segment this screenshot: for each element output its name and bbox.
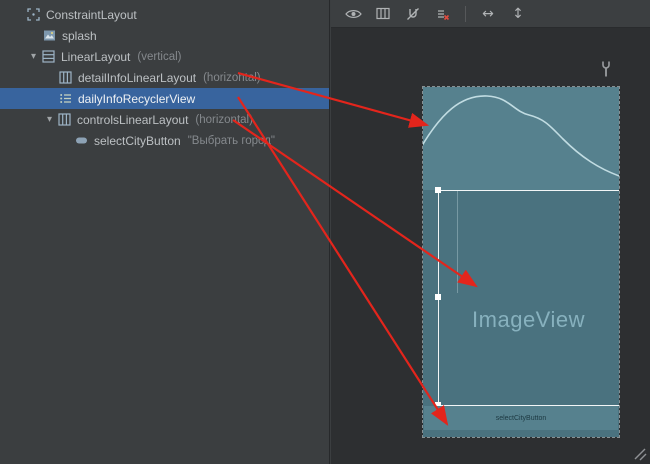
tree-item-label: detailInfoLinearLayout (78, 71, 196, 85)
resize-grip[interactable] (633, 447, 647, 461)
selection-handle[interactable] (435, 294, 441, 300)
selection-handle[interactable] (435, 187, 441, 193)
button-icon (75, 134, 88, 147)
tree-item-linearlayout[interactable]: ▾ LinearLayout (vertical) (0, 46, 329, 67)
chevron-down-icon[interactable]: ▾ (27, 52, 40, 62)
chevron-down-icon[interactable]: ▾ (43, 115, 56, 125)
linearlayout-horizontal-icon (59, 71, 72, 84)
tree-item-label: ConstraintLayout (46, 8, 137, 22)
tree-item-label: controlsLinearLayout (77, 113, 188, 127)
tree-item-annotation: (horizontal) (195, 114, 253, 126)
design-pane: ↔ ↕ ImageView (331, 0, 650, 464)
recyclerview-list-icon (59, 92, 72, 105)
tree-item-detailinfolinearlayout[interactable]: detailInfoLinearLayout (horizontal) (0, 67, 329, 88)
guide-line (457, 191, 458, 293)
tree-item-controlslinearlayout[interactable]: ▾ controlsLinearLayout (horizontal) (0, 109, 329, 130)
weather-curve (423, 87, 619, 190)
wrench-icon[interactable] (599, 60, 613, 81)
layout-editor-window: ConstraintLayout splash ▾ LinearLayout (… (0, 0, 650, 464)
tree-item-annotation: (horizontal) (203, 72, 261, 84)
device-screen[interactable]: ImageView selectCityButton (423, 87, 619, 437)
pan-vertical-icon[interactable]: ↕ (508, 4, 528, 24)
blueprint-mode-icon[interactable] (373, 4, 393, 24)
tree-item-annotation: (vertical) (137, 51, 181, 63)
tree-item-label: dailyInfoRecyclerView (78, 92, 195, 106)
tree-item-splash[interactable]: splash (0, 25, 329, 46)
tree-item-selectcitybutton[interactable]: selectCityButton "Выбрать город" (0, 130, 329, 151)
pan-horizontal-icon[interactable]: ↔ (478, 4, 498, 24)
tree-item-value: "Выбрать город" (188, 135, 275, 147)
tree-item-label: LinearLayout (61, 50, 130, 64)
tree-item-constraintlayout[interactable]: ConstraintLayout (0, 4, 329, 25)
view-options-icon[interactable] (343, 4, 363, 24)
design-toolbar: ↔ ↕ (331, 0, 650, 28)
selection-border-top (438, 190, 619, 191)
image-icon (43, 29, 56, 42)
button-label: selectCityButton (496, 415, 547, 422)
imageview-widget[interactable]: ImageView (438, 307, 619, 333)
tree-item-label: splash (62, 29, 97, 43)
selectcitybutton-widget[interactable]: selectCityButton (424, 406, 618, 430)
linearlayout-vertical-icon (42, 50, 55, 63)
linearlayout-horizontal-icon (58, 113, 71, 126)
tree-item-label: selectCityButton (94, 134, 181, 148)
constraintlayout-icon (27, 8, 40, 21)
clear-constraints-icon[interactable] (433, 4, 453, 24)
tree-item-dailyinforecyclerview[interactable]: dailyInfoRecyclerView (0, 88, 329, 109)
toolbar-separator (465, 6, 466, 22)
autoconnect-off-icon[interactable] (403, 4, 423, 24)
detailinfo-region[interactable] (423, 87, 619, 190)
design-surface[interactable]: ImageView selectCityButton (331, 28, 650, 464)
component-tree-panel: ConstraintLayout splash ▾ LinearLayout (… (0, 0, 330, 464)
